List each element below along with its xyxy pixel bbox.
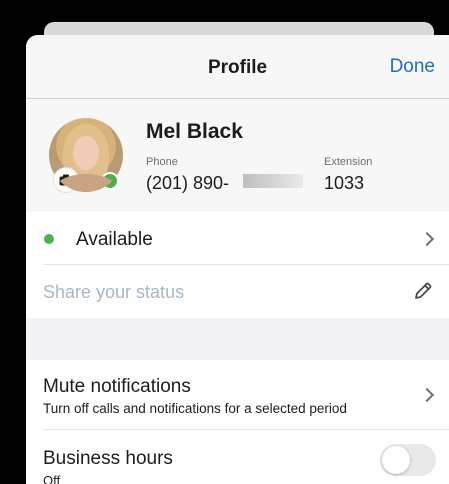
- chevron-right-icon: [419, 231, 435, 247]
- toggle-knob: [382, 446, 410, 474]
- profile-header: [26, 99, 449, 212]
- business-hours-toggle[interactable]: [380, 444, 436, 476]
- business-hours-row[interactable]: Business hours Off: [26, 430, 449, 484]
- availability-row[interactable]: Available: [26, 213, 449, 265]
- available-status-icon: [44, 234, 54, 244]
- avatar-face: [73, 136, 99, 170]
- phone-value: (201) 890-: [146, 173, 230, 193]
- pencil-icon[interactable]: [413, 281, 433, 301]
- avatar[interactable]: [49, 118, 123, 192]
- done-button[interactable]: Done: [390, 56, 435, 78]
- mute-notifications-row[interactable]: Mute notifications Turn off calls and no…: [26, 360, 449, 430]
- extension-value: 1033: [324, 173, 365, 193]
- user-name: Mel Black: [146, 120, 243, 143]
- business-hours-title: Business hours: [43, 448, 173, 469]
- mute-notifications-subtitle: Turn off calls and notifications for a s…: [43, 401, 347, 416]
- page-title: Profile: [207, 57, 268, 78]
- availability-label: Available: [76, 229, 153, 250]
- share-status-input[interactable]: Share your status: [43, 282, 184, 303]
- extension-label: Extension: [324, 156, 373, 168]
- navigation-bar: Profile Done: [26, 35, 449, 99]
- profile-sheet: Profile Done Mel Black Phone (201) 890- …: [26, 35, 449, 484]
- phone-label: Phone: [146, 156, 178, 168]
- chevron-right-icon: [419, 387, 435, 403]
- phone-redaction: [243, 174, 303, 188]
- business-hours-subtitle: Off: [43, 473, 61, 484]
- mute-notifications-title: Mute notifications: [43, 376, 191, 397]
- section-gap: [26, 318, 449, 360]
- share-status-row[interactable]: Share your status: [26, 265, 449, 318]
